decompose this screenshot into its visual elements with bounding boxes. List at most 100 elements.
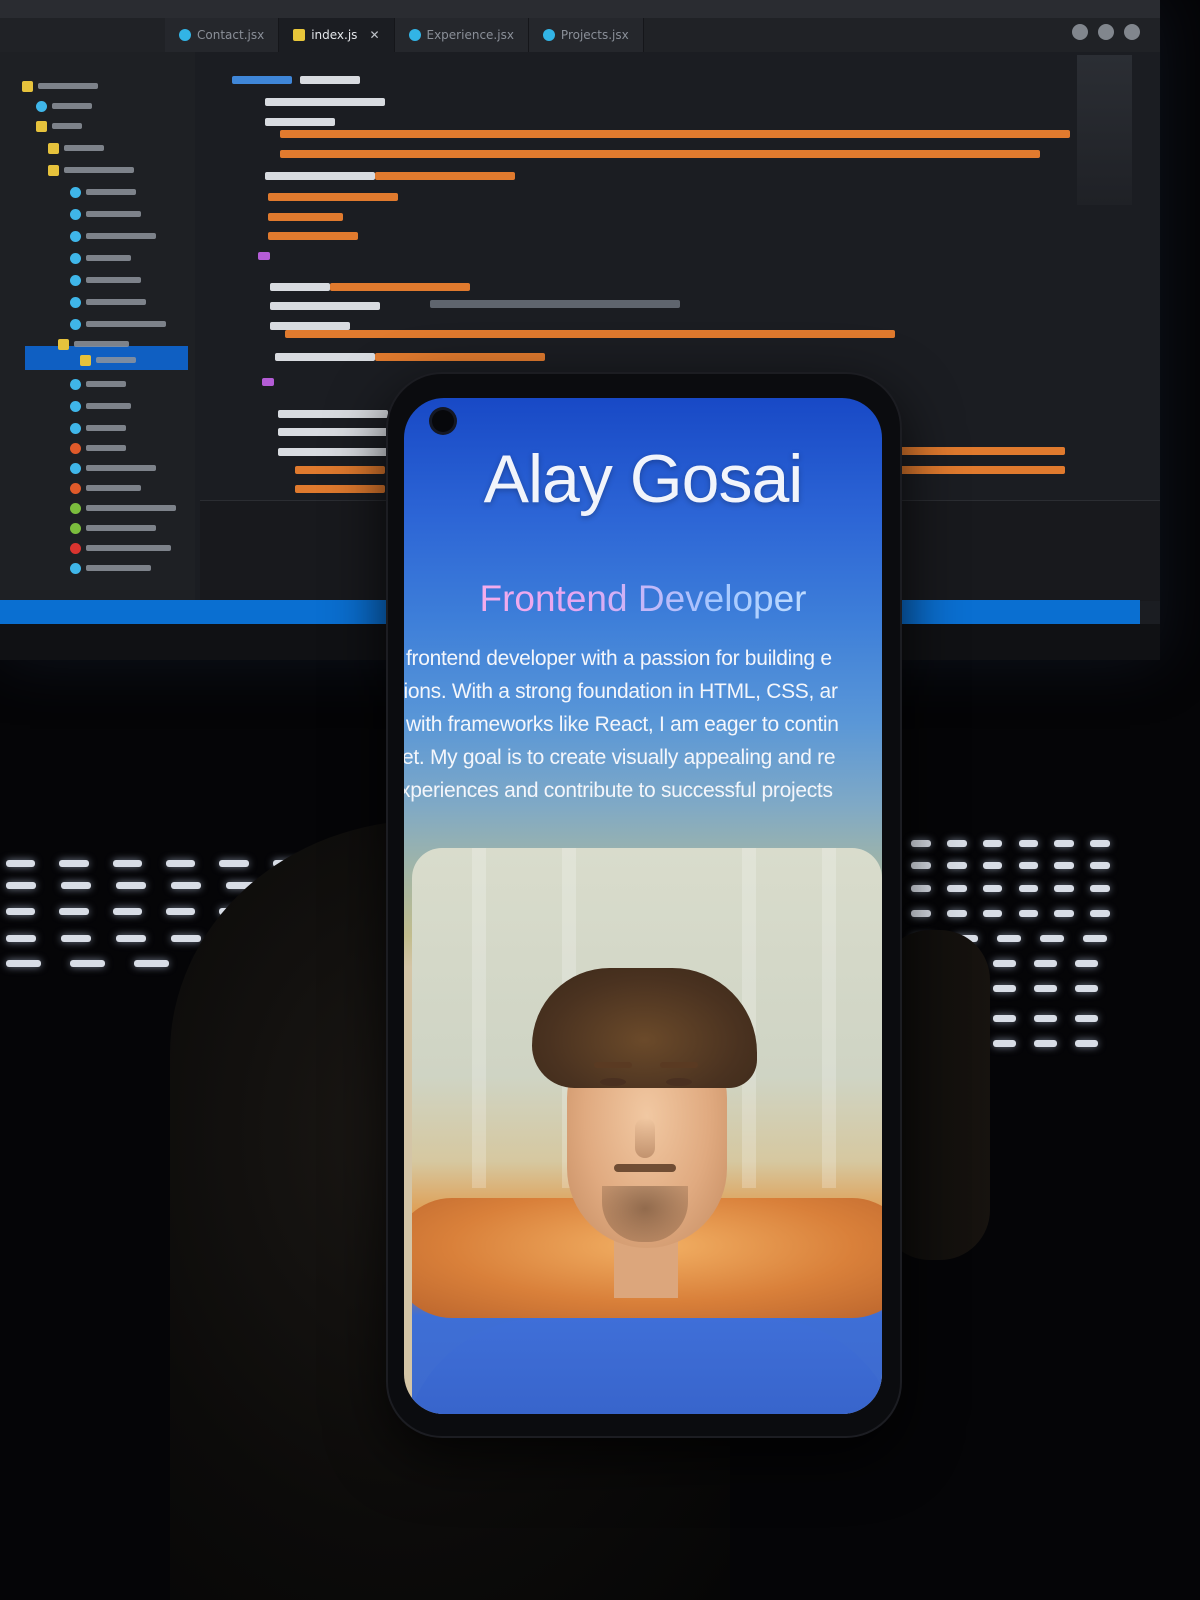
file-icon xyxy=(22,80,33,92)
keyboard-key xyxy=(1083,935,1107,942)
keyboard-key xyxy=(1040,935,1064,942)
keyboard-key xyxy=(982,840,1003,847)
code-line-blur xyxy=(270,302,380,310)
file-tree-row[interactable] xyxy=(48,140,104,156)
file-name-blur xyxy=(74,341,129,347)
file-tree-row[interactable] xyxy=(70,294,146,310)
keyboard-key xyxy=(982,885,1003,892)
editor-titlebar xyxy=(0,0,1160,18)
keyboard-key xyxy=(946,885,967,892)
file-icon xyxy=(70,296,81,308)
smartphone: Alay Gosai Frontend Developer frontend d… xyxy=(388,374,900,1436)
file-tree-row[interactable] xyxy=(70,184,136,200)
file-tree-row[interactable] xyxy=(70,460,156,476)
keyboard-key xyxy=(6,960,42,967)
keyboard-key xyxy=(61,882,92,889)
tab-label: Contact.jsx xyxy=(197,28,265,42)
file-tree-row[interactable] xyxy=(70,480,141,496)
file-icon xyxy=(36,120,47,132)
file-tree-row[interactable] xyxy=(70,440,126,456)
keyboard-key xyxy=(116,882,147,889)
keyboard-key xyxy=(1034,960,1057,967)
code-line-blur xyxy=(278,410,388,418)
code-line-blur xyxy=(268,232,358,240)
file-name-blur xyxy=(52,103,92,109)
keyboard-key xyxy=(1018,840,1039,847)
file-name-blur xyxy=(86,255,131,261)
hero-bio: frontend developer with a passion for bu… xyxy=(404,642,882,807)
keyboard-key xyxy=(59,908,89,915)
tab-contact[interactable]: Contact.jsx xyxy=(165,18,280,52)
file-tree-row[interactable] xyxy=(70,398,131,414)
file-icon xyxy=(70,208,81,220)
file-name-blur xyxy=(86,321,166,327)
file-name-blur xyxy=(86,485,141,491)
file-tree-row[interactable] xyxy=(70,500,176,516)
file-tree-row[interactable] xyxy=(70,206,141,222)
split-editor-icon[interactable] xyxy=(1124,24,1140,40)
code-line-blur xyxy=(275,353,375,361)
file-tree-row[interactable] xyxy=(70,520,156,536)
file-tree-row[interactable] xyxy=(48,162,134,178)
file-tree-row[interactable] xyxy=(80,352,136,368)
editor-action-icons xyxy=(1072,24,1140,40)
file-icon xyxy=(70,522,81,534)
file-tree-row[interactable] xyxy=(70,376,126,392)
code-line-blur xyxy=(268,193,398,201)
keyboard-key xyxy=(1018,885,1039,892)
code-line-blur xyxy=(295,466,385,474)
code-line-blur xyxy=(430,300,680,308)
keyboard-key xyxy=(982,862,1003,869)
file-tree-row[interactable] xyxy=(36,98,92,114)
code-line-blur xyxy=(268,213,343,221)
file-tree-row[interactable] xyxy=(70,560,151,576)
file-tree-row[interactable] xyxy=(70,540,171,556)
close-icon[interactable]: ✕ xyxy=(369,28,379,42)
code-line-blur xyxy=(258,252,270,260)
file-tree-row[interactable] xyxy=(22,78,98,94)
file-name-blur xyxy=(86,233,156,239)
file-tree-row[interactable] xyxy=(58,336,129,352)
file-icon xyxy=(70,252,81,264)
keyboard-key xyxy=(911,862,931,869)
file-name-blur xyxy=(86,545,171,551)
file-icon xyxy=(48,142,59,154)
bio-line: et. My goal is to create visually appeal… xyxy=(404,746,836,769)
keyboard-key xyxy=(59,860,89,867)
code-line-blur xyxy=(375,353,545,361)
tab-projects[interactable]: Projects.jsx xyxy=(528,18,644,52)
debug-icon[interactable] xyxy=(1098,24,1114,40)
code-line-blur xyxy=(265,118,335,126)
file-tree-row[interactable] xyxy=(36,118,82,134)
file-tree-row[interactable] xyxy=(70,250,131,266)
file-tree-row[interactable] xyxy=(70,228,156,244)
bio-line: with frameworks like React, I am eager t… xyxy=(406,713,839,736)
keyboard-key xyxy=(6,882,37,889)
file-tree-row[interactable] xyxy=(70,420,126,436)
keyboard-key xyxy=(1054,885,1075,892)
file-name-blur xyxy=(86,465,156,471)
keyboard-key xyxy=(1034,1040,1057,1047)
keyboard-key xyxy=(70,960,106,967)
keyboard-key xyxy=(946,910,967,917)
bio-line: frontend developer with a passion for bu… xyxy=(406,647,832,670)
code-line-blur xyxy=(375,172,515,180)
file-name-blur xyxy=(52,123,82,129)
code-line-blur xyxy=(895,447,1065,455)
hero-role: Frontend Developer xyxy=(404,578,882,620)
file-tree-row[interactable] xyxy=(70,316,166,332)
code-line-blur xyxy=(270,322,350,330)
tab-index[interactable]: index.js ✕ xyxy=(279,18,395,52)
run-icon[interactable] xyxy=(1072,24,1088,40)
keyboard-key xyxy=(1034,985,1057,992)
js-file-icon xyxy=(293,29,306,41)
tab-experience[interactable]: Experience.jsx xyxy=(394,18,529,52)
file-tree-row[interactable] xyxy=(70,272,141,288)
keyboard-key xyxy=(1054,910,1075,917)
keyboard-key xyxy=(1054,862,1075,869)
file-icon xyxy=(70,422,81,434)
code-line-blur xyxy=(232,76,292,84)
keyboard-key xyxy=(911,885,931,892)
file-icon xyxy=(70,230,81,242)
code-line-blur xyxy=(278,448,388,456)
